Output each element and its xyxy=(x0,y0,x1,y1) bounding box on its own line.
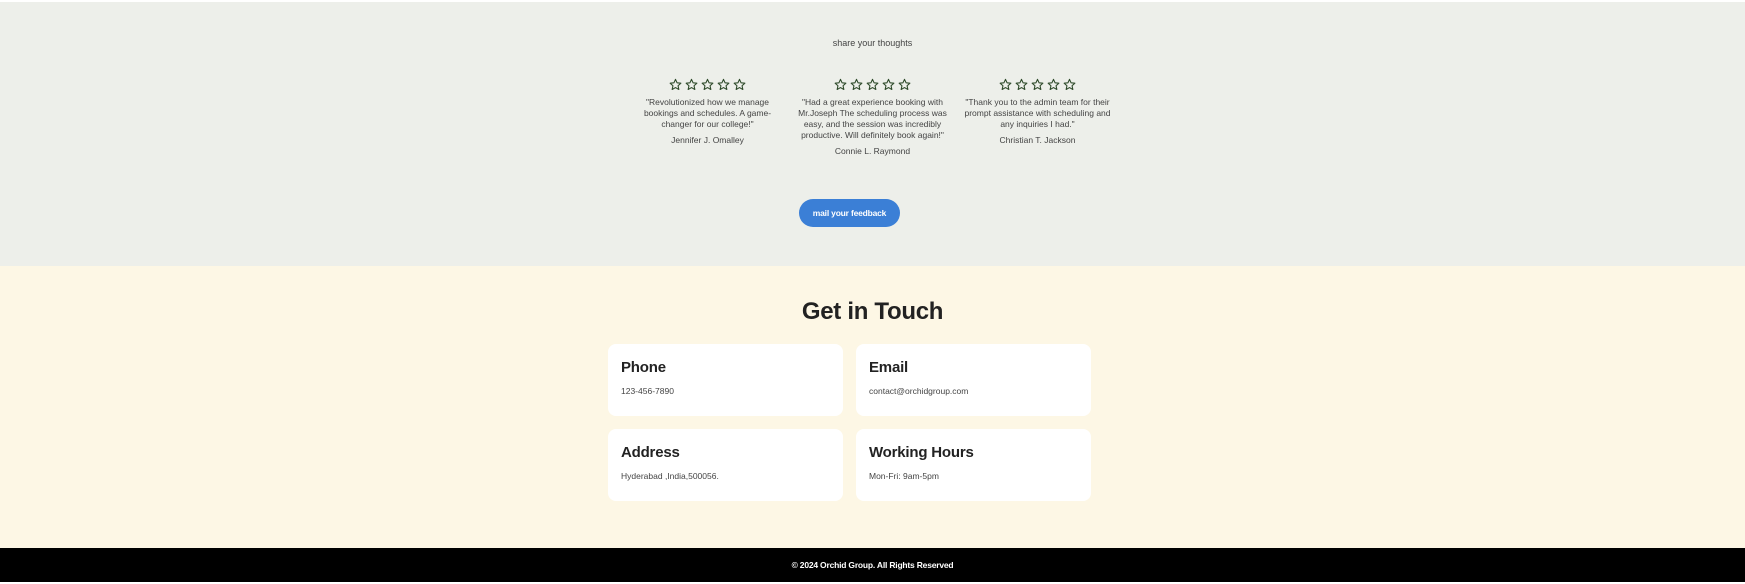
contact-card-label: Working Hours xyxy=(869,444,974,461)
star-rating xyxy=(633,78,783,91)
testimonial-card: "Thank you to the admin team for their p… xyxy=(963,78,1113,156)
contact-card-address: Address Hyderabad ,India,500056. xyxy=(608,429,843,501)
testimonial-cards: "Revolutionized how we manage bookings a… xyxy=(0,78,1745,156)
star-outline-icon xyxy=(717,78,730,91)
star-outline-icon xyxy=(1047,78,1060,91)
star-outline-icon xyxy=(1031,78,1044,91)
star-outline-icon xyxy=(669,78,682,91)
testimonial-quote: "Had a great experience booking with Mr.… xyxy=(798,97,947,140)
contact-card-label: Email xyxy=(869,359,909,376)
testimonial-card: "Revolutionized how we manage bookings a… xyxy=(633,78,783,156)
contact-card-label: Phone xyxy=(621,359,666,376)
contact-card-email: Email contact@orchidgroup.com xyxy=(856,344,1091,416)
mail-feedback-button[interactable]: mail your feedback xyxy=(799,199,900,227)
copyright-text: © 2024 Orchid Group. All Rights Reserved xyxy=(791,560,954,570)
star-outline-icon xyxy=(733,78,746,91)
testimonial-quote: "Revolutionized how we manage bookings a… xyxy=(643,97,772,129)
star-outline-icon xyxy=(685,78,698,91)
contact-title: Get in Touch xyxy=(801,298,944,325)
star-outline-icon xyxy=(1015,78,1028,91)
star-rating xyxy=(963,78,1113,91)
testimonials-section: share your thoughts "Revolutionized how … xyxy=(0,2,1745,266)
testimonials-heading: share your thoughts xyxy=(832,38,913,48)
email-value: contact@orchidgroup.com xyxy=(869,386,969,396)
star-outline-icon xyxy=(999,78,1012,91)
contact-card-label: Address xyxy=(621,444,680,461)
contact-section: Get in Touch Phone 123-456-7890 Email co… xyxy=(0,266,1745,548)
footer: © 2024 Orchid Group. All Rights Reserved xyxy=(0,548,1745,582)
star-outline-icon xyxy=(1063,78,1076,91)
testimonial-author: Jennifer J. Omalley xyxy=(671,135,744,145)
contact-grid: Phone 123-456-7890 Email contact@orchidg… xyxy=(608,344,1091,501)
star-outline-icon xyxy=(898,78,911,91)
star-outline-icon xyxy=(882,78,895,91)
star-outline-icon xyxy=(701,78,714,91)
star-outline-icon xyxy=(834,78,847,91)
phone-value: 123-456-7890 xyxy=(621,386,674,396)
address-value: Hyderabad ,India,500056. xyxy=(621,471,719,481)
star-outline-icon xyxy=(850,78,863,91)
testimonial-author: Connie L. Raymond xyxy=(834,146,911,156)
testimonial-quote: "Thank you to the admin team for their p… xyxy=(964,97,1111,129)
star-rating xyxy=(798,78,948,91)
star-outline-icon xyxy=(866,78,879,91)
testimonial-author: Christian T. Jackson xyxy=(999,135,1076,145)
testimonial-card: "Had a great experience booking with Mr.… xyxy=(798,78,948,156)
contact-card-phone: Phone 123-456-7890 xyxy=(608,344,843,416)
hours-value: Mon-Fri: 9am-5pm xyxy=(869,471,939,481)
contact-card-hours: Working Hours Mon-Fri: 9am-5pm xyxy=(856,429,1091,501)
